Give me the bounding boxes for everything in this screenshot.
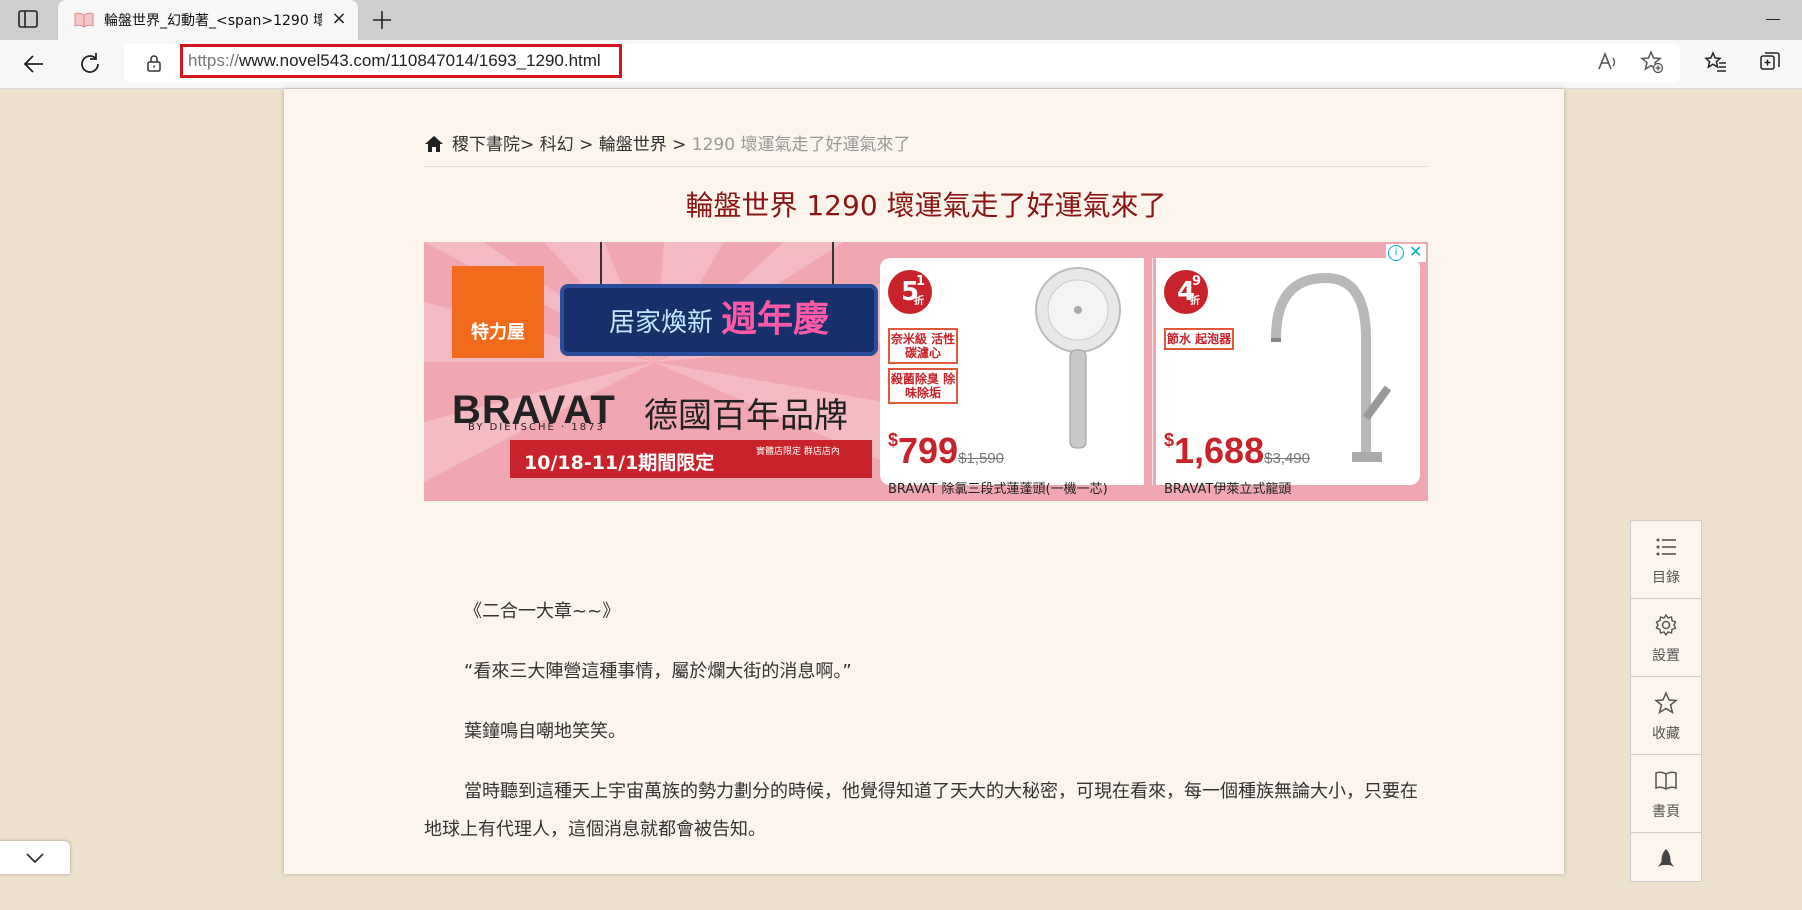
divider: [424, 166, 1428, 167]
book-favicon-icon: [74, 12, 94, 28]
lock-icon[interactable]: [146, 54, 162, 72]
sign-wire: [600, 242, 602, 284]
breadcrumb-current: 1290 壞運氣走了好運氣來了: [691, 135, 911, 155]
ad-product-faucet[interactable]: 49折 節水 起泡器 $1,688$3,490 BRAVAT伊萊立式龍頭: [1156, 258, 1420, 497]
home-icon[interactable]: [424, 135, 444, 153]
tab-active[interactable]: 輪盤世界_幻動著_<span>1290 壞 ×: [58, 0, 358, 40]
discount-badge: 49折: [1164, 270, 1208, 314]
ad-divider: [1152, 258, 1153, 485]
gear-icon: [1655, 613, 1677, 637]
brand-subtitle: BY DIETSCHE · 1873: [468, 422, 605, 433]
chapter-title: 輪盤世界 1290 壞運氣走了好運氣來了: [685, 189, 1167, 222]
read-aloud-icon[interactable]: [1596, 50, 1620, 74]
minimize-icon[interactable]: [1766, 19, 1780, 20]
feature-tag: 奈米級 活性碳濾心: [888, 328, 958, 364]
discount-badge: 51折: [888, 270, 932, 314]
ad-info-icon[interactable]: i: [1388, 245, 1404, 261]
favorites-icon[interactable]: [1704, 50, 1728, 74]
content-paragraph: 葉鐘鳴自嘲地笑笑。: [464, 721, 626, 742]
product-name: BRAVAT伊萊立式龍頭: [1164, 482, 1292, 497]
list-icon: [1656, 538, 1676, 556]
bookmark-button[interactable]: 書頁: [1631, 755, 1701, 833]
ad-close-icon[interactable]: ✕: [1409, 242, 1422, 261]
tab-bar: 輪盤世界_幻動著_<span>1290 壞 ×: [0, 0, 1802, 40]
product-name: BRAVAT 除氯三段式蓮蓬頭(一機一芯): [888, 482, 1108, 497]
tab-title: 輪盤世界_幻動著_<span>1290 壞: [104, 13, 322, 29]
breadcrumb-site-link[interactable]: 稷下書院: [452, 135, 520, 155]
ad-product-showerhead[interactable]: 51折 奈米級 活性碳濾心 殺菌除臭 除味除垢 $799$1,590 BRAVA…: [880, 258, 1144, 497]
favorite-button[interactable]: 收藏: [1631, 677, 1701, 755]
book-icon: [1655, 771, 1677, 790]
settings-button[interactable]: 設置: [1631, 599, 1701, 677]
chevron-down-icon: [26, 853, 44, 863]
toc-button[interactable]: 目錄: [1631, 521, 1701, 599]
store-logo: 特力屋: [452, 266, 544, 358]
brand-tagline: 德國百年品牌: [644, 396, 848, 436]
sign-wire: [832, 242, 834, 284]
content-paragraph: “看來三大陣營這種事情，屬於爛大街的消息啊。”: [464, 661, 852, 682]
star-icon: [1654, 691, 1678, 715]
collections-icon[interactable]: [1758, 50, 1782, 74]
collapse-panel-button[interactable]: [0, 841, 70, 874]
back-to-top-button[interactable]: [1631, 833, 1701, 910]
add-favorite-icon[interactable]: [1640, 50, 1664, 74]
new-tab-icon[interactable]: [368, 6, 396, 34]
content-paragraph: 《二合一大章~~》: [464, 601, 621, 622]
url-highlight-box: [180, 44, 622, 78]
feature-tag: 節水 起泡器: [1164, 328, 1234, 350]
product-price: $1,688$3,490: [1164, 430, 1310, 471]
tab-close-icon[interactable]: ×: [328, 8, 350, 30]
tab-actions-icon[interactable]: [18, 10, 38, 28]
showerhead-image: [1035, 267, 1121, 449]
breadcrumb-category-link[interactable]: 科幻: [540, 135, 574, 155]
feature-tag: 殺菌除臭 除味除垢: [888, 368, 958, 404]
refresh-icon[interactable]: [76, 50, 104, 78]
rocket-icon: [1658, 849, 1674, 867]
product-price: $799$1,590: [888, 430, 1004, 471]
content-paragraph: 當時聽到這種天上宇宙萬族的勢力劃分的時候，他覺得知道了天大的大秘密，可現在看來，…: [424, 781, 1418, 840]
advertisement-banner[interactable]: 特力屋 居家煥新 週年慶 BRAVAT BY DIETSCHE · 1873 德國…: [424, 242, 1428, 501]
back-icon[interactable]: [20, 50, 48, 78]
ad-choices[interactable]: i ✕: [1386, 242, 1426, 262]
promo-period: 10/18-11/1期間限定 實體店限定 群店店內: [510, 440, 872, 478]
promo-sign: 居家煥新 週年慶: [560, 284, 878, 356]
breadcrumb: 稷下書院> 科幻 > 輪盤世界 > 1290 壞運氣走了好運氣來了: [424, 130, 910, 155]
reader-sidebar: 目錄 設置 收藏 書頁: [1630, 520, 1702, 882]
breadcrumb-book-link[interactable]: 輪盤世界: [599, 135, 667, 155]
